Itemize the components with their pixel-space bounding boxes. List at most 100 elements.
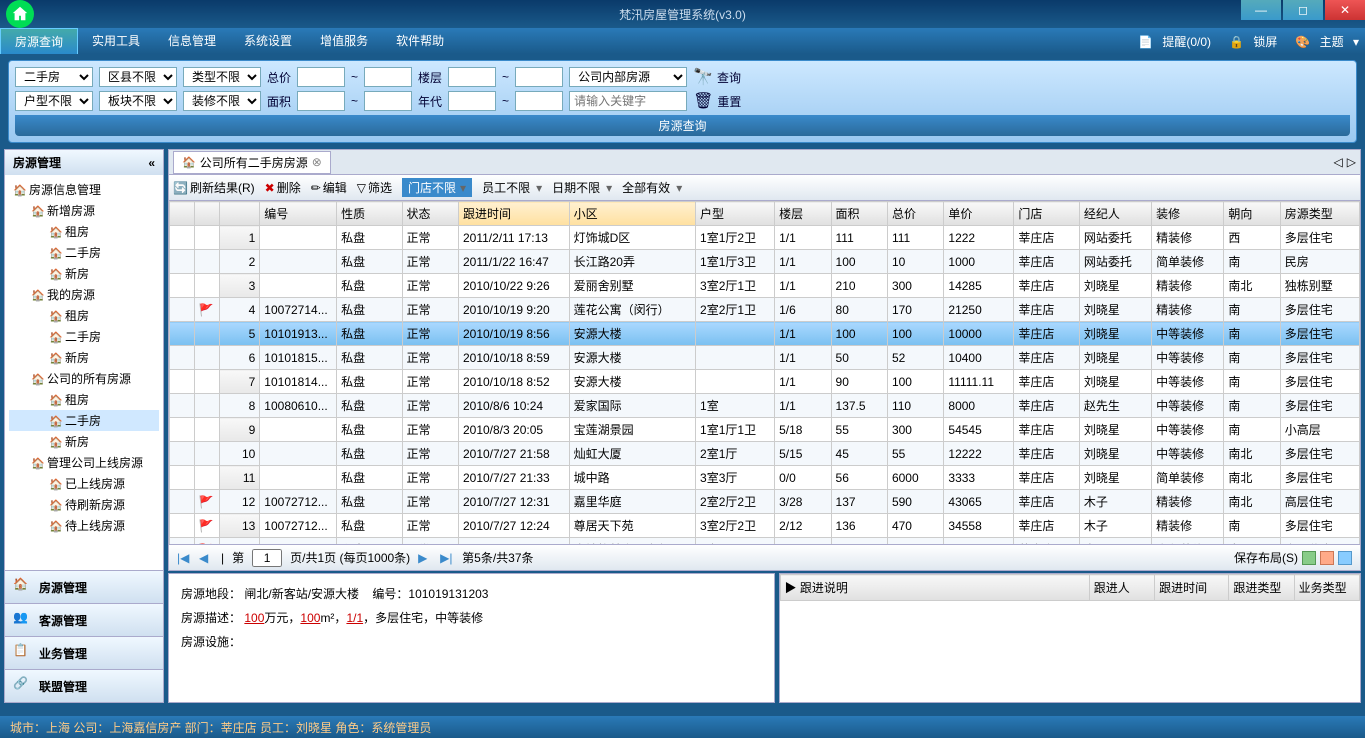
- tree-node[interactable]: 新房: [9, 263, 159, 284]
- floor-max[interactable]: [515, 67, 563, 87]
- table-row[interactable]: 🚩1310072712...私盘正常2010/7/27 12:24尊居天下苑3室…: [170, 514, 1360, 538]
- layout-icon-2[interactable]: [1320, 551, 1334, 565]
- col-header[interactable]: 装修: [1152, 202, 1224, 226]
- tree-node[interactable]: 租房: [9, 305, 159, 326]
- tree-node[interactable]: 管理公司上线房源: [9, 452, 159, 473]
- valid-filter[interactable]: 全部有效: [622, 179, 682, 196]
- menu-5[interactable]: 软件帮助: [382, 28, 458, 54]
- refresh-button[interactable]: 🔄 刷新结果(R): [173, 179, 255, 196]
- col-header[interactable]: 门店: [1014, 202, 1079, 226]
- col-header[interactable]: 户型: [696, 202, 775, 226]
- layout-select[interactable]: 户型不限: [15, 91, 93, 111]
- first-page-icon[interactable]: |◀: [177, 551, 191, 565]
- deco-select[interactable]: 装修不限: [183, 91, 261, 111]
- tab-next-icon[interactable]: ▷: [1347, 155, 1356, 169]
- layout-icon-1[interactable]: [1302, 551, 1316, 565]
- menu-1[interactable]: 实用工具: [78, 28, 154, 54]
- cat-select[interactable]: 类型不限: [183, 67, 261, 87]
- page-input[interactable]: [252, 549, 282, 567]
- table-row[interactable]: 3私盘正常2010/10/22 9:26爱丽舍别墅3室2厅1卫1/1210300…: [170, 274, 1360, 298]
- table-row[interactable]: 710101814...私盘正常2010/10/18 8:52安源大楼1/190…: [170, 370, 1360, 394]
- tree-node[interactable]: 租房: [9, 221, 159, 242]
- area-min[interactable]: [297, 91, 345, 111]
- year-min[interactable]: [448, 91, 496, 111]
- table-row[interactable]: 1私盘正常2011/2/11 17:13灯饰城D区1室1厅2卫1/1111111…: [170, 226, 1360, 250]
- date-filter[interactable]: 日期不限: [552, 179, 612, 196]
- staff-filter[interactable]: 员工不限: [482, 179, 542, 196]
- search-button[interactable]: 🔭查询: [693, 67, 741, 87]
- collapse-icon[interactable]: «: [148, 156, 155, 170]
- nav-2[interactable]: 📋业务管理: [5, 636, 163, 669]
- tree-node[interactable]: 公司的所有房源: [9, 368, 159, 389]
- tree-node[interactable]: 房源信息管理: [9, 179, 159, 200]
- price-max[interactable]: [364, 67, 412, 87]
- tree-node[interactable]: 租房: [9, 389, 159, 410]
- tree-node[interactable]: 已上线房源: [9, 473, 159, 494]
- col-header[interactable]: 性质: [337, 202, 402, 226]
- menu-0[interactable]: 房源查询: [0, 28, 78, 54]
- tree-node[interactable]: 二手房: [9, 410, 159, 431]
- col-header[interactable]: [170, 202, 195, 226]
- col-header[interactable]: 跟进时间: [458, 202, 569, 226]
- col-header[interactable]: 朝向: [1224, 202, 1280, 226]
- block-select[interactable]: 板块不限: [99, 91, 177, 111]
- col-header[interactable]: 房源类型: [1280, 202, 1359, 226]
- remind-button[interactable]: 📄 提醒(0/0): [1138, 33, 1217, 50]
- tree-node[interactable]: 新房: [9, 431, 159, 452]
- price-min[interactable]: [297, 67, 345, 87]
- reset-button[interactable]: 🗑重置: [693, 91, 741, 111]
- theme-button[interactable]: 🎨 主题 ▾: [1295, 33, 1359, 50]
- area-max[interactable]: [364, 91, 412, 111]
- col-header[interactable]: 经纪人: [1079, 202, 1151, 226]
- table-row[interactable]: 510101913...私盘正常2010/10/19 8:56安源大楼1/110…: [170, 322, 1360, 346]
- layout-icon-3[interactable]: [1338, 551, 1352, 565]
- menu-4[interactable]: 增值服务: [306, 28, 382, 54]
- edit-button[interactable]: ✏ 编辑: [311, 179, 347, 196]
- table-row[interactable]: 610101815...私盘正常2010/10/18 8:59安源大楼1/150…: [170, 346, 1360, 370]
- save-layout-button[interactable]: 保存布局(S): [1234, 549, 1298, 566]
- table-row[interactable]: 🚩1410072712...私盘正常2010/7/27 12:07金地格林世界高…: [170, 538, 1360, 546]
- table-row[interactable]: 2私盘正常2011/1/22 16:47长江路20弄1室1厅3卫1/110010…: [170, 250, 1360, 274]
- close-button[interactable]: ✕: [1325, 0, 1365, 20]
- nav-3[interactable]: 🔗联盟管理: [5, 669, 163, 702]
- table-row[interactable]: 810080610...私盘正常2010/8/6 10:24爱家国际1室1/11…: [170, 394, 1360, 418]
- menu-3[interactable]: 系统设置: [230, 28, 306, 54]
- year-max[interactable]: [515, 91, 563, 111]
- col-header[interactable]: 面积: [831, 202, 887, 226]
- filter-button[interactable]: ▽ 筛选: [357, 179, 392, 196]
- table-row[interactable]: 11私盘正常2010/7/27 21:33城中路3室3厅0/0566000333…: [170, 466, 1360, 490]
- minimize-button[interactable]: —: [1241, 0, 1281, 20]
- table-row[interactable]: 🚩1210072712...私盘正常2010/7/27 12:31嘉里华庭2室2…: [170, 490, 1360, 514]
- table-row[interactable]: 10私盘正常2010/7/27 21:58灿虹大厦2室1厅5/154555122…: [170, 442, 1360, 466]
- maximize-button[interactable]: ◻: [1283, 0, 1323, 20]
- tree-node[interactable]: 待上线房源: [9, 515, 159, 536]
- data-grid[interactable]: 编号性质状态跟进时间小区户型楼层面积总价单价门店经纪人装修朝向房源类型1私盘正常…: [168, 201, 1361, 545]
- type-select[interactable]: 二手房: [15, 67, 93, 87]
- col-header[interactable]: [219, 202, 260, 226]
- tree-node[interactable]: 新房: [9, 347, 159, 368]
- col-header[interactable]: 单价: [944, 202, 1014, 226]
- col-header[interactable]: 编号: [260, 202, 337, 226]
- floor-min[interactable]: [448, 67, 496, 87]
- prev-page-icon[interactable]: ◀: [199, 551, 213, 565]
- tree-node[interactable]: 二手房: [9, 326, 159, 347]
- col-header[interactable]: 小区: [569, 202, 695, 226]
- table-row[interactable]: 🚩410072714...私盘正常2010/10/19 9:20莲花公寓（闵行）…: [170, 298, 1360, 322]
- tab-prev-icon[interactable]: ◁: [1334, 155, 1343, 169]
- col-header[interactable]: [194, 202, 219, 226]
- tree-node[interactable]: 二手房: [9, 242, 159, 263]
- source-select[interactable]: 公司内部房源: [569, 67, 687, 87]
- store-filter[interactable]: 门店不限: [402, 178, 472, 197]
- table-row[interactable]: 9私盘正常2010/8/3 20:05宝莲湖景园1室1厅1卫5/18553005…: [170, 418, 1360, 442]
- col-header[interactable]: 状态: [402, 202, 458, 226]
- nav-1[interactable]: 👥客源管理: [5, 603, 163, 636]
- col-header[interactable]: 总价: [887, 202, 943, 226]
- tree-node[interactable]: 我的房源: [9, 284, 159, 305]
- tab-listing[interactable]: 公司所有二手房房源⊗: [173, 151, 331, 174]
- col-header[interactable]: 楼层: [775, 202, 831, 226]
- keyword-input[interactable]: [569, 91, 687, 111]
- delete-button[interactable]: ✖ 删除: [265, 179, 301, 196]
- nav-0[interactable]: 🏠房源管理: [5, 570, 163, 603]
- tree-node[interactable]: 待刷新房源: [9, 494, 159, 515]
- last-page-icon[interactable]: ▶|: [440, 551, 454, 565]
